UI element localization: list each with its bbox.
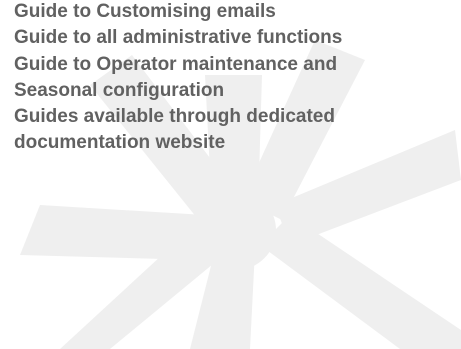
guide-line: documentation website: [14, 132, 226, 154]
document-page: Guide to Customising emails Guide to all…: [0, 0, 461, 349]
guide-line: Guides available through dedicated: [14, 106, 335, 128]
watermark-ray: [260, 215, 461, 349]
guide-line: Guide to all administrative functions: [14, 27, 343, 49]
guide-line: Seasonal configuration: [14, 79, 225, 101]
guide-line: Guide to Operator maintenance and: [14, 53, 338, 75]
guide-line: Guide to Customising emails: [14, 1, 276, 22]
guide-list: Guide to Customising emails Guide to all…: [14, 0, 342, 157]
